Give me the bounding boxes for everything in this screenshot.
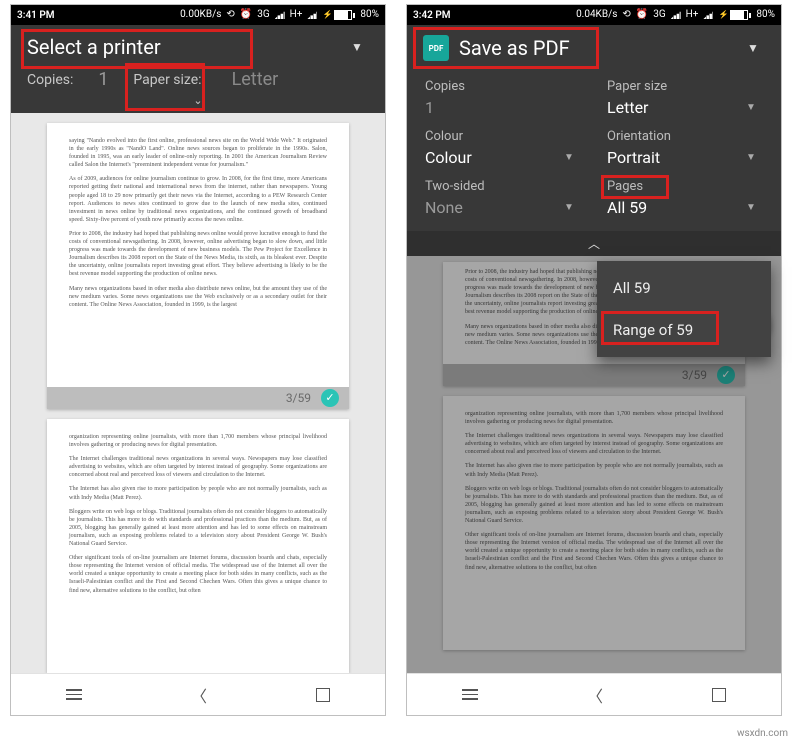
status-net2: H+ xyxy=(290,10,303,20)
recents-icon[interactable] xyxy=(66,686,82,703)
page-counter: 3/59 xyxy=(286,390,311,406)
home-icon[interactable] xyxy=(316,688,330,702)
option-two-sided[interactable]: Two-sided None▼ xyxy=(425,179,581,217)
copies-value[interactable]: 1 xyxy=(91,69,115,90)
chevron-down-icon: ▼ xyxy=(739,102,763,113)
paper-size-label: Paper size: xyxy=(133,72,219,88)
phone-right: 3:42 PM 0.04KB/s ⟲ ⏰ 3G H+ ⚡ 80% PDF xyxy=(406,4,782,716)
battery-icon: ⚡ xyxy=(322,10,355,20)
status-battery-pct: 80% xyxy=(360,10,379,20)
page-counter: 3/59 xyxy=(682,367,707,383)
alarm-icon: ⏰ xyxy=(636,10,648,20)
chevron-down-icon: ▼ xyxy=(345,40,369,54)
status-speed: 0.04KB/s xyxy=(576,10,617,20)
chevron-down-icon: ▼ xyxy=(739,202,763,213)
status-bar: 3:41 PM 0.00KB/s ⟲ ⏰ 3G H+ ⚡ 80% xyxy=(11,5,385,25)
status-net1: 3G xyxy=(257,10,269,20)
recents-icon[interactable] xyxy=(462,686,478,703)
watermark: wsxdn.com xyxy=(737,728,788,739)
option-pages[interactable]: Pages All 59▼ xyxy=(607,179,763,217)
alarm-icon: ⏰ xyxy=(240,10,252,20)
copies-label: Copies: xyxy=(27,72,73,88)
paper-size-value[interactable]: Letter xyxy=(232,69,279,90)
pages-option-all[interactable]: All 59 xyxy=(597,267,771,309)
navigation-bar: 〈 xyxy=(11,673,385,715)
print-options-panel: PDF Save as PDF ▼ Copies 1 Paper size Le… xyxy=(407,25,781,256)
battery-icon: ⚡ xyxy=(718,10,751,20)
print-options-panel: Select a printer ▼ Copies: 1 Paper size:… xyxy=(11,25,385,113)
printer-selector[interactable]: PDF Save as PDF ▼ xyxy=(407,25,781,71)
back-icon[interactable]: 〈 xyxy=(587,683,603,707)
sync-off-icon: ⟲ xyxy=(622,10,630,20)
chevron-down-icon: ▼ xyxy=(739,152,763,163)
chevron-down-icon: ▼ xyxy=(557,202,581,213)
check-icon[interactable]: ✓ xyxy=(321,389,339,407)
navigation-bar: 〈 xyxy=(407,673,781,715)
signal-icon-2 xyxy=(703,11,713,19)
page-preview-bottom: organization representing online journal… xyxy=(443,396,745,650)
chevron-down-icon: ▼ xyxy=(741,41,765,55)
option-paper-size[interactable]: Paper size Letter▼ xyxy=(607,79,763,117)
check-icon: ✓ xyxy=(717,366,735,384)
printer-selector-label: Save as PDF xyxy=(459,36,570,60)
signal-icon-2 xyxy=(307,11,317,19)
chevron-down-icon: ▼ xyxy=(557,152,581,163)
collapse-button[interactable]: ︿ xyxy=(407,231,781,256)
status-net2: H+ xyxy=(686,10,699,20)
page-preview-top: saying "Nando evolved into the first onl… xyxy=(47,123,349,409)
status-bar: 3:42 PM 0.04KB/s ⟲ ⏰ 3G H+ ⚡ 80% xyxy=(407,5,781,25)
status-speed: 0.00KB/s xyxy=(180,10,221,20)
printer-selector-label: Select a printer xyxy=(27,35,161,59)
page-preview-bottom: organization representing online journal… xyxy=(47,419,349,673)
phone-left: 3:41 PM 0.00KB/s ⟲ ⏰ 3G H+ ⚡ 80% Select xyxy=(10,4,386,716)
printer-selector[interactable]: Select a printer ▼ xyxy=(11,25,385,69)
option-copies[interactable]: Copies 1 xyxy=(425,79,581,117)
signal-icon xyxy=(671,11,681,19)
sync-off-icon: ⟲ xyxy=(226,10,234,20)
chevron-down-icon[interactable]: ⌄ xyxy=(11,94,385,107)
status-net1: 3G xyxy=(653,10,665,20)
status-time: 3:42 PM xyxy=(413,10,451,21)
pdf-icon: PDF xyxy=(423,35,449,61)
status-battery-pct: 80% xyxy=(756,10,775,20)
option-orientation[interactable]: Orientation Portrait▼ xyxy=(607,129,763,167)
status-time: 3:41 PM xyxy=(17,10,55,21)
home-icon[interactable] xyxy=(712,688,726,702)
back-icon[interactable]: 〈 xyxy=(191,683,207,707)
document-preview[interactable]: saying "Nando evolved into the first onl… xyxy=(11,113,385,673)
pages-option-range[interactable]: Range of 59 xyxy=(597,309,771,351)
pages-dropdown: All 59 Range of 59 xyxy=(597,261,771,357)
option-colour[interactable]: Colour Colour▼ xyxy=(425,129,581,167)
signal-icon xyxy=(275,11,285,19)
